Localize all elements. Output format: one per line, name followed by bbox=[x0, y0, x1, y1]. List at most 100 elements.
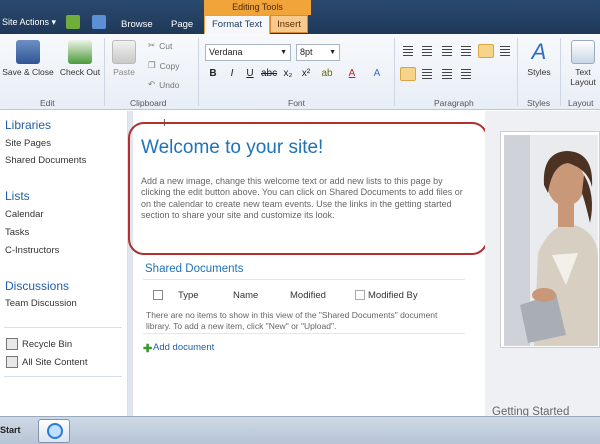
group-separator bbox=[394, 38, 395, 106]
nav-heading-libraries[interactable]: Libraries bbox=[5, 118, 51, 132]
taskbar: Start bbox=[0, 416, 600, 444]
group-separator bbox=[517, 38, 518, 106]
welcome-text[interactable]: Add a new image, change this welcome tex… bbox=[141, 176, 471, 222]
align-left-icon[interactable] bbox=[400, 67, 416, 81]
group-label-edit: Edit bbox=[40, 98, 55, 108]
group-label-styles: Styles bbox=[527, 98, 551, 108]
navigate-up-icon[interactable] bbox=[66, 15, 80, 29]
bold-icon[interactable]: B bbox=[206, 67, 220, 81]
nav-item-recycle-bin[interactable]: Recycle Bin bbox=[22, 339, 72, 350]
modified-by-checkbox[interactable] bbox=[355, 290, 365, 300]
add-document-link[interactable]: ✚ Add document bbox=[143, 342, 215, 355]
check-out-button[interactable]: Check Out bbox=[58, 40, 102, 77]
strikethrough-icon[interactable]: abc bbox=[261, 67, 277, 81]
font-size-select[interactable]: 8pt ▼ bbox=[296, 44, 340, 61]
site-actions-menu[interactable]: Site Actions ▾ bbox=[2, 17, 56, 28]
check-out-label: Check Out bbox=[59, 67, 101, 77]
divider bbox=[143, 333, 465, 334]
save-close-label: Save & Close bbox=[2, 67, 54, 77]
nav-item-all-site-content[interactable]: All Site Content bbox=[22, 357, 87, 368]
numbering-icon[interactable] bbox=[419, 44, 435, 58]
top-bar: Site Actions ▾ Browse Page Editing Tools… bbox=[0, 0, 600, 34]
tab-page[interactable]: Page bbox=[171, 19, 193, 30]
font-family-select[interactable]: Verdana ▼ bbox=[205, 44, 291, 61]
column-header-modified[interactable]: Modified bbox=[290, 290, 326, 301]
styles-button[interactable]: A Styles bbox=[523, 39, 555, 78]
chevron-down-icon: ▼ bbox=[329, 49, 336, 56]
site-image bbox=[504, 135, 598, 346]
subscript-icon[interactable]: x₂ bbox=[281, 67, 295, 81]
add-document-label: Add document bbox=[153, 342, 215, 353]
copy-label: Copy bbox=[159, 60, 180, 71]
editing-tools-label: Editing Tools bbox=[204, 0, 311, 15]
highlight-color-icon[interactable]: ab bbox=[320, 67, 334, 81]
column-header-name[interactable]: Name bbox=[233, 290, 258, 301]
plus-icon: ✚ bbox=[143, 343, 153, 355]
nav-item-calendar[interactable]: Calendar bbox=[5, 209, 44, 220]
ltr-icon[interactable] bbox=[478, 44, 494, 58]
cut-label: Cut bbox=[159, 40, 173, 51]
align-right-icon[interactable] bbox=[439, 67, 455, 81]
decrease-indent-icon[interactable] bbox=[439, 44, 455, 58]
group-label-layout: Layout bbox=[568, 98, 594, 108]
start-button[interactable]: Start bbox=[0, 425, 21, 435]
text-effects-icon[interactable]: A bbox=[370, 67, 384, 81]
quick-launch: Libraries Site Pages Shared Documents Li… bbox=[0, 111, 128, 434]
text-layout-button[interactable]: Text Layout bbox=[566, 40, 600, 87]
nav-divider bbox=[4, 376, 122, 377]
justify-icon[interactable] bbox=[458, 67, 474, 81]
undo-label: Undo bbox=[159, 79, 180, 90]
nav-item-c-instructors[interactable]: C-Instructors bbox=[5, 245, 59, 256]
nav-heading-lists[interactable]: Lists bbox=[5, 189, 30, 203]
nav-heading-discussions[interactable]: Discussions bbox=[5, 279, 69, 293]
styles-icon: A bbox=[531, 39, 547, 64]
column-header-type[interactable]: Type bbox=[178, 290, 199, 301]
copy-button[interactable]: ❐ Copy bbox=[148, 60, 179, 71]
group-separator bbox=[560, 38, 561, 106]
scissors-icon: ✂ bbox=[148, 40, 156, 50]
rtl-icon[interactable] bbox=[497, 44, 513, 58]
nav-item-shared-documents[interactable]: Shared Documents bbox=[5, 155, 86, 166]
undo-button[interactable]: ↶ Undo bbox=[148, 79, 179, 90]
select-all-checkbox[interactable] bbox=[153, 290, 163, 300]
increase-indent-icon[interactable] bbox=[458, 44, 474, 58]
divider bbox=[143, 279, 465, 280]
column-header-modified-by[interactable]: Modified By bbox=[368, 290, 418, 301]
page-title[interactable]: Welcome to your site! bbox=[141, 137, 323, 159]
group-label-font: Font bbox=[288, 98, 306, 108]
underline-icon[interactable]: U bbox=[243, 67, 257, 81]
font-color-icon[interactable]: A bbox=[345, 67, 359, 81]
save-close-button[interactable]: Save & Close bbox=[2, 40, 54, 77]
superscript-icon[interactable]: x² bbox=[299, 67, 313, 81]
nav-item-tasks[interactable]: Tasks bbox=[5, 227, 29, 238]
chevron-down-icon: ▼ bbox=[280, 49, 287, 56]
group-separator bbox=[198, 38, 199, 106]
tab-format-text[interactable]: Format Text bbox=[204, 15, 270, 34]
empty-library-message: There are no items to show in this view … bbox=[146, 310, 438, 331]
tab-browse[interactable]: Browse bbox=[121, 19, 153, 30]
group-label-clipboard: Clipboard bbox=[130, 98, 167, 108]
right-panel: Getting Started bbox=[485, 111, 600, 434]
main-content: I Welcome to your site! Add a new image,… bbox=[128, 111, 488, 434]
align-center-icon[interactable] bbox=[419, 67, 435, 81]
text-layout-label: Text Layout bbox=[570, 67, 596, 87]
group-separator bbox=[104, 38, 105, 106]
site-image-frame[interactable] bbox=[500, 131, 600, 348]
edit-page-icon[interactable] bbox=[92, 15, 106, 29]
styles-label: Styles bbox=[527, 67, 551, 77]
save-icon bbox=[16, 40, 40, 64]
taskbar-ie-button[interactable] bbox=[38, 419, 70, 443]
ie-icon bbox=[47, 423, 63, 439]
shared-documents-title[interactable]: Shared Documents bbox=[145, 263, 243, 275]
nav-item-site-pages[interactable]: Site Pages bbox=[5, 138, 51, 149]
undo-icon: ↶ bbox=[148, 79, 156, 89]
tab-insert[interactable]: Insert bbox=[270, 15, 308, 33]
font-size-value: 8pt bbox=[300, 47, 313, 57]
nav-item-team-discussion[interactable]: Team Discussion bbox=[5, 298, 77, 309]
cut-button[interactable]: ✂ Cut bbox=[148, 40, 172, 51]
paste-button[interactable]: Paste bbox=[110, 40, 138, 77]
bullets-icon[interactable] bbox=[400, 44, 416, 58]
italic-icon[interactable]: I bbox=[225, 67, 239, 81]
check-out-icon bbox=[68, 40, 92, 64]
site-content-icon bbox=[6, 356, 18, 368]
